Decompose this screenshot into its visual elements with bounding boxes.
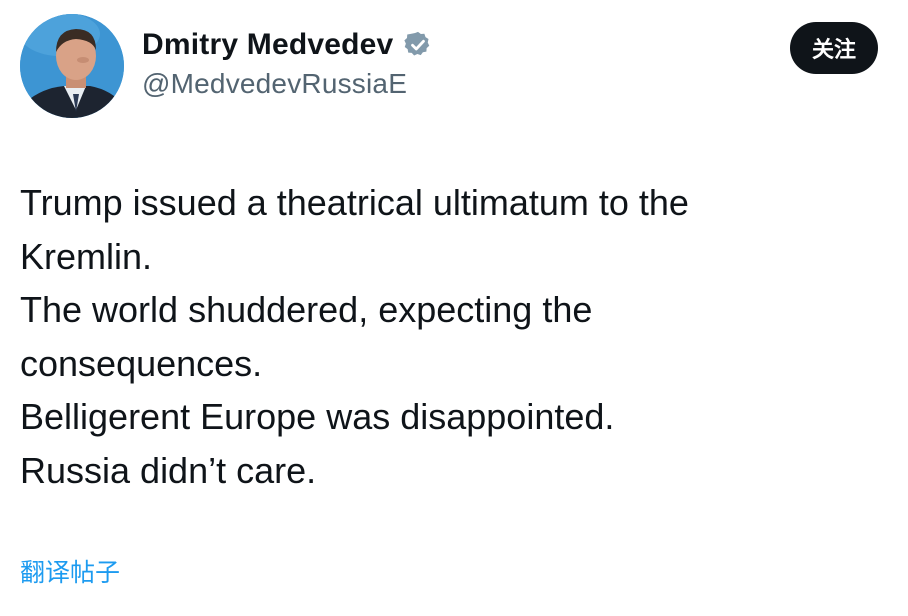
tweet-header: Dmitry Medvedev @MedvedevRussiaE 关注: [20, 14, 888, 118]
tweet-line: Russia didn’t care.: [20, 449, 317, 491]
author-names: Dmitry Medvedev @MedvedevRussiaE: [142, 28, 433, 100]
tweet-line: Trump issued a theatrical ultimatum to t…: [20, 182, 689, 223]
profile-photo: [20, 14, 124, 118]
avatar[interactable]: [20, 14, 124, 118]
tweet-line: The world shuddered, expecting the: [20, 289, 593, 330]
tweet-text: Trump issued a theatrical ultimatum to t…: [20, 176, 890, 497]
display-name[interactable]: Dmitry Medvedev: [142, 28, 393, 62]
tweet-line: Belligerent Europe was disappointed.: [20, 396, 615, 437]
verified-badge-icon: [403, 30, 433, 60]
display-name-row: Dmitry Medvedev: [142, 28, 433, 62]
tweet-line: Kremlin.: [20, 235, 153, 277]
follow-button[interactable]: 关注: [789, 22, 878, 74]
translate-post-link[interactable]: 翻译帖子: [20, 556, 120, 590]
tweet-line: consequences.: [20, 342, 263, 384]
handle[interactable]: @MedvedevRussiaE: [142, 68, 433, 100]
